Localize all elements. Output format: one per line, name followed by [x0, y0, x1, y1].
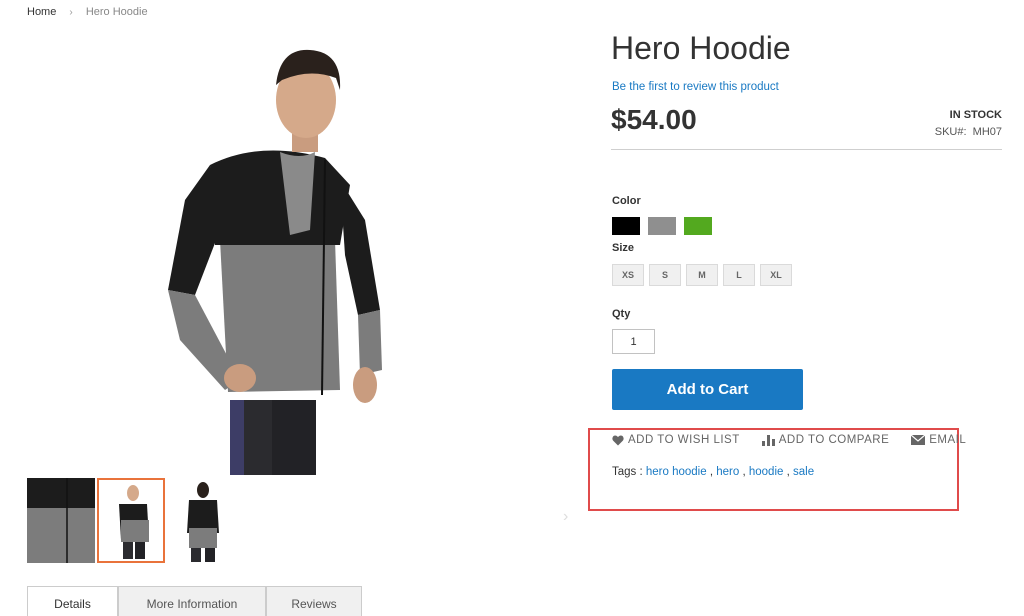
swatch-green[interactable]	[684, 217, 712, 235]
divider	[611, 149, 1002, 150]
add-to-compare-button[interactable]: ADD TO COMPARE	[761, 434, 890, 446]
tags-label: Tags :	[612, 466, 643, 478]
tab-reviews[interactable]: Reviews	[266, 586, 362, 616]
email-button[interactable]: EMAIL	[911, 434, 966, 446]
add-to-wishlist-button[interactable]: ADD TO WISH LIST	[612, 434, 740, 446]
email-label: EMAIL	[929, 434, 967, 446]
sku-row: SKU#: MH07	[935, 126, 1002, 138]
size-xl[interactable]: XL	[760, 264, 792, 286]
tag-link[interactable]: hero hoodie	[646, 466, 707, 478]
size-options: XS S M L XL	[612, 264, 792, 286]
color-label: Color	[612, 195, 641, 207]
breadcrumb: Home › Hero Hoodie	[27, 6, 148, 18]
hoodie-model-illustration	[168, 49, 382, 475]
tab-details[interactable]: Details	[27, 586, 118, 616]
gallery-next-arrow-icon[interactable]: ›	[563, 508, 568, 526]
compare-label: ADD TO COMPARE	[778, 434, 890, 446]
envelope-icon	[911, 435, 926, 445]
breadcrumb-home[interactable]: Home	[27, 6, 56, 18]
heart-icon	[612, 434, 624, 445]
sku-value: MH07	[972, 126, 1002, 138]
breadcrumb-separator-icon: ›	[69, 7, 73, 18]
product-price: $54.00	[611, 104, 697, 135]
thumbnail-3[interactable]	[167, 478, 235, 563]
review-link[interactable]: Be the first to review this product	[612, 81, 779, 93]
qty-label: Qty	[612, 308, 631, 320]
product-actions: ADD TO WISH LIST ADD TO COMPARE EMAIL	[612, 434, 966, 446]
stock-status: IN STOCK	[949, 109, 1002, 121]
tag-link[interactable]: sale	[793, 466, 814, 478]
tag-link[interactable]: hoodie	[749, 466, 784, 478]
size-m[interactable]: M	[686, 264, 718, 286]
swatch-black[interactable]	[612, 217, 640, 235]
tag-link[interactable]: hero	[716, 466, 739, 478]
tab-more-information[interactable]: More Information	[118, 586, 266, 616]
wishlist-label: ADD TO WISH LIST	[628, 434, 740, 446]
add-to-cart-button[interactable]: Add to Cart	[612, 369, 803, 410]
product-title: Hero Hoodie	[611, 30, 791, 66]
size-xs[interactable]: XS	[612, 264, 644, 286]
size-label: Size	[612, 242, 635, 254]
product-info-tabs: Details More Information Reviews	[27, 586, 362, 616]
thumbnail-2-selected[interactable]	[97, 478, 165, 563]
qty-input[interactable]: 1	[612, 329, 655, 354]
swatch-gray[interactable]	[648, 217, 676, 235]
compare-bars-icon	[761, 434, 775, 446]
size-s[interactable]: S	[649, 264, 681, 286]
thumbnail-strip	[27, 478, 235, 563]
breadcrumb-current: Hero Hoodie	[85, 6, 148, 18]
main-product-image[interactable]	[150, 40, 400, 475]
size-l[interactable]: L	[723, 264, 755, 286]
color-swatches	[612, 217, 712, 235]
sku-label: SKU#:	[934, 126, 967, 138]
thumbnail-1[interactable]	[27, 478, 95, 563]
product-tags: Tags : hero hoodie , hero , hoodie , sal…	[612, 466, 815, 478]
